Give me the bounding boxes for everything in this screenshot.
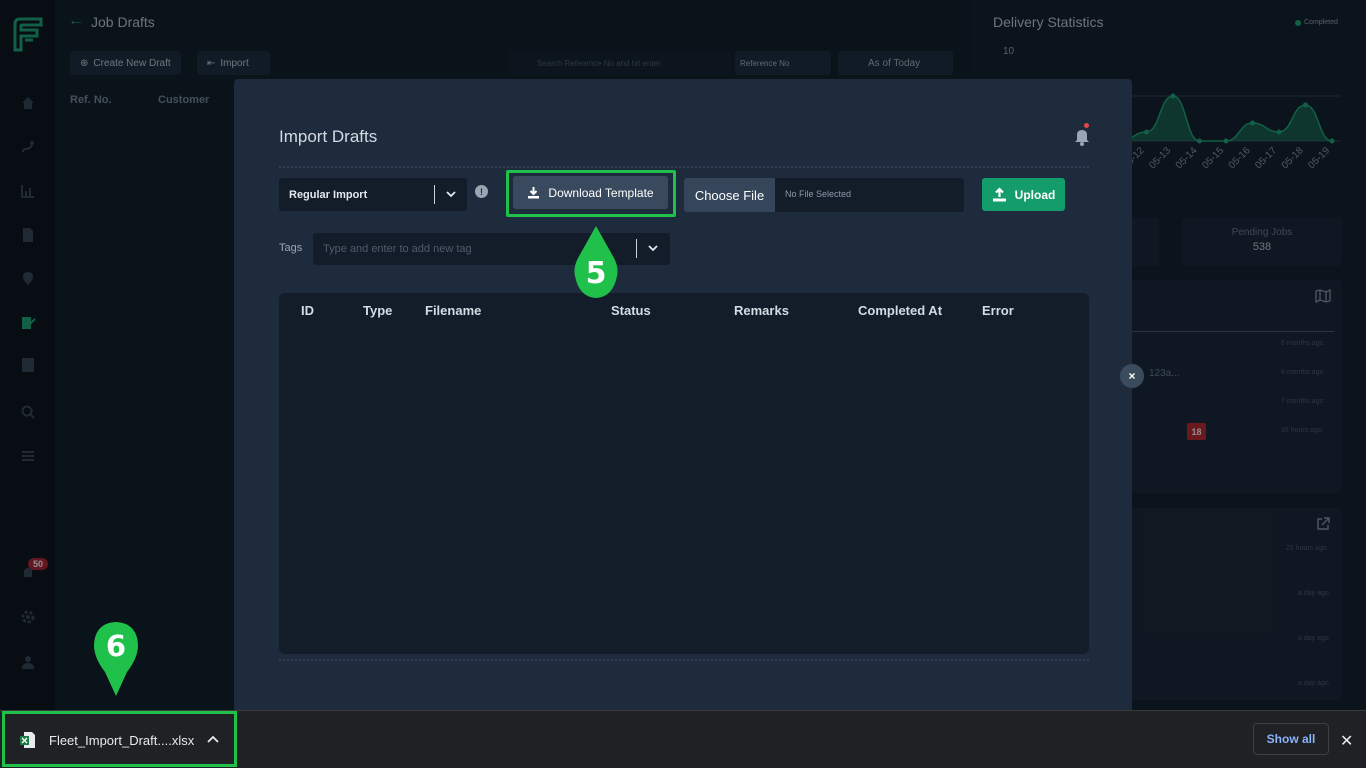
download-template-label: Download Template bbox=[548, 185, 654, 200]
tags-placeholder: Type and enter to add new tag bbox=[323, 243, 472, 255]
step-5-marker: 5 bbox=[573, 224, 619, 300]
tags-label: Tags bbox=[279, 242, 303, 254]
choose-file-button[interactable]: Choose File bbox=[684, 178, 775, 212]
notification-dot bbox=[1084, 123, 1089, 128]
upload-label: Upload bbox=[1014, 187, 1056, 202]
import-type-value: Regular Import bbox=[289, 188, 368, 201]
column-remarks: Remarks bbox=[734, 303, 789, 318]
import-type-select[interactable]: Regular Import bbox=[279, 178, 467, 211]
column-error: Error bbox=[982, 303, 1014, 318]
column-type: Type bbox=[363, 303, 393, 318]
select-separator bbox=[434, 185, 435, 204]
column-filename: Filename bbox=[425, 303, 482, 318]
bell-icon[interactable] bbox=[1074, 126, 1090, 146]
download-filename[interactable]: Fleet_Import_Draft....xlsx bbox=[49, 733, 194, 748]
import-drafts-modal: Import Drafts Regular Import ! Download … bbox=[234, 79, 1132, 710]
excel-file-icon bbox=[20, 732, 35, 748]
close-icon[interactable]: ✕ bbox=[1340, 731, 1353, 751]
column-status: Status bbox=[611, 303, 651, 318]
chevron-up-icon[interactable] bbox=[206, 734, 220, 746]
download-template-button[interactable]: Download Template bbox=[513, 176, 668, 209]
close-icon[interactable]: × bbox=[1120, 364, 1144, 388]
download-icon bbox=[528, 187, 540, 199]
info-icon[interactable]: ! bbox=[475, 185, 488, 198]
divider bbox=[279, 659, 1089, 661]
divider bbox=[279, 166, 1089, 168]
imports-table: ID Type Filename Status Remarks Complete… bbox=[279, 293, 1089, 654]
step-6-number: 6 bbox=[105, 629, 127, 663]
chevron-down-icon[interactable] bbox=[647, 242, 659, 254]
chevron-down-icon bbox=[446, 191, 456, 198]
modal-title: Import Drafts bbox=[279, 127, 378, 146]
column-completed-at: Completed At bbox=[858, 303, 943, 318]
step-5-number: 5 bbox=[585, 256, 607, 291]
upload-button[interactable]: Upload bbox=[982, 178, 1065, 211]
step-6-marker: 6 bbox=[93, 620, 139, 696]
upload-icon bbox=[992, 187, 1006, 202]
file-input[interactable]: Choose File No File Selected bbox=[684, 178, 964, 212]
column-id: ID bbox=[301, 303, 314, 318]
file-status: No File Selected bbox=[785, 189, 852, 199]
show-all-button[interactable]: Show all bbox=[1253, 723, 1329, 755]
select-separator bbox=[636, 239, 637, 258]
